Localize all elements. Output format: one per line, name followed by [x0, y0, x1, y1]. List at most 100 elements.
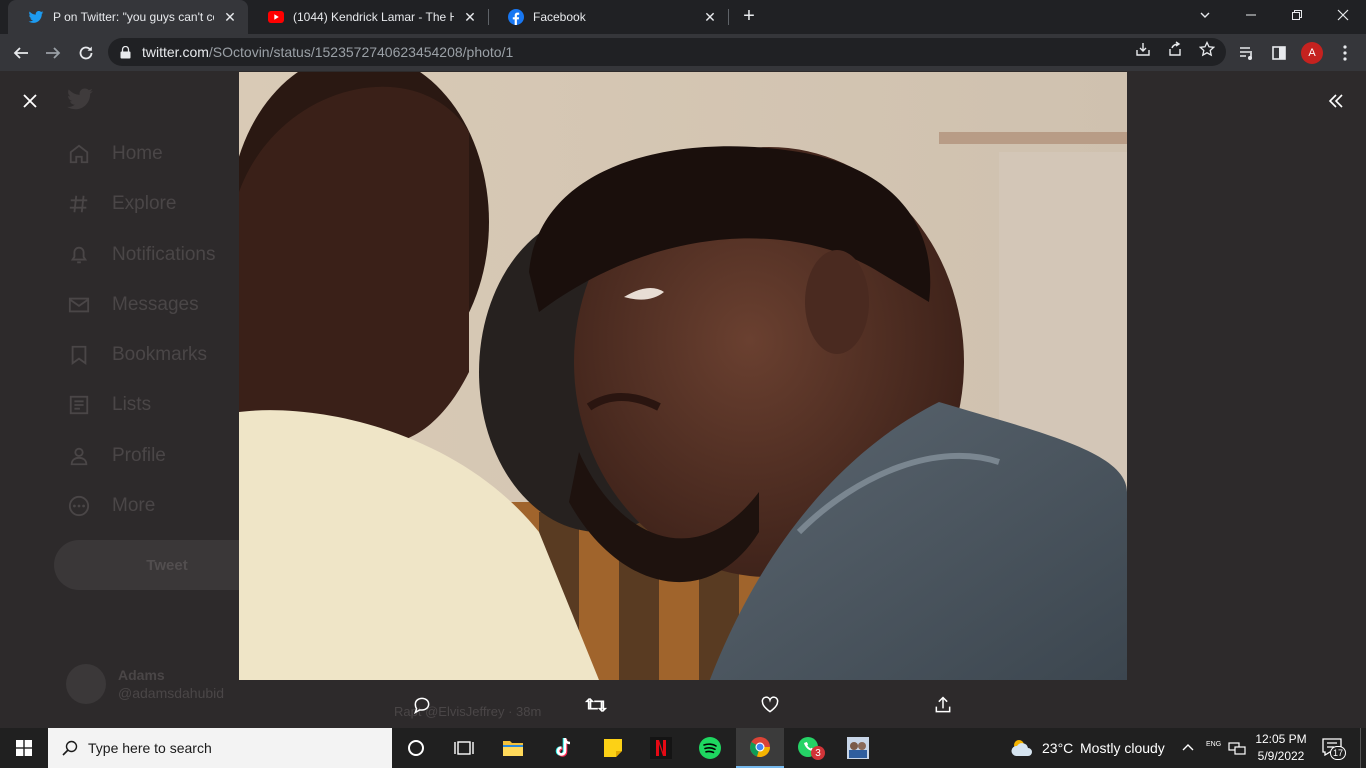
url-path: /SOctovin/status/1523572740623454208/pho…	[208, 44, 514, 60]
file-explorer-icon[interactable]	[489, 728, 537, 768]
close-tab-icon[interactable]: ✕	[222, 9, 238, 25]
spotify-icon[interactable]	[686, 728, 734, 768]
bookmark-icon	[66, 342, 92, 368]
search-icon	[60, 738, 80, 758]
taskbar-search[interactable]: Type here to search	[48, 728, 392, 768]
reply-icon[interactable]	[410, 693, 434, 717]
sidebar-item-explore[interactable]: Explore	[66, 189, 176, 219]
more-circle-icon	[66, 493, 92, 519]
show-desktop-button[interactable]	[1360, 728, 1366, 768]
install-app-icon[interactable]	[1134, 40, 1152, 58]
new-tab-button[interactable]: +	[738, 5, 760, 27]
tab-title: Facebook	[533, 10, 586, 24]
tab-separator	[728, 9, 729, 25]
tab-search-icon[interactable]	[1182, 0, 1228, 30]
url-text: twitter.com/SOctovin/status/152357274062…	[142, 44, 513, 60]
chrome-icon[interactable]	[736, 728, 784, 768]
sidebar-item-home[interactable]: Home	[66, 139, 163, 169]
photo-action-bar	[239, 689, 1127, 721]
bell-icon	[66, 242, 92, 268]
show-hidden-icons-icon[interactable]	[1180, 740, 1196, 756]
tab-title: (1044) Kendrick Lamar - The Hear	[293, 10, 454, 24]
account-name: Adams	[118, 667, 165, 683]
sidebar-item-label: Explore	[112, 193, 177, 214]
share-tweet-icon[interactable]	[931, 693, 955, 717]
minimize-button[interactable]	[1228, 0, 1274, 30]
account-avatar	[66, 664, 106, 704]
account-handle: @adamsdahubid	[118, 685, 225, 701]
close-window-button[interactable]	[1320, 0, 1366, 30]
mail-icon	[66, 292, 92, 318]
person-icon	[66, 443, 92, 469]
retweet-icon[interactable]	[584, 693, 608, 717]
tab-twitter[interactable]: P on Twitter: "you guys can't com ✕	[8, 0, 248, 34]
sidebar-item-more[interactable]: More	[66, 491, 155, 521]
lock-icon[interactable]	[118, 45, 132, 59]
netflix-icon[interactable]	[637, 728, 685, 768]
twitter-logo-icon[interactable]	[66, 85, 94, 113]
clock[interactable]: 12:05 PM 5/9/2022	[1248, 731, 1314, 765]
home-icon	[66, 141, 92, 167]
close-tab-icon[interactable]: ✕	[702, 9, 718, 25]
facebook-icon	[508, 9, 524, 25]
sidebar-item-notifications[interactable]: Notifications	[66, 240, 216, 270]
chrome-menu-icon[interactable]	[1334, 42, 1356, 64]
url-host: twitter.com	[142, 44, 209, 60]
profile-avatar[interactable]: A	[1301, 42, 1323, 64]
sidebar-item-label: Bookmarks	[112, 344, 208, 365]
cortana-icon[interactable]	[392, 728, 440, 768]
start-button[interactable]	[0, 728, 48, 768]
task-view-icon[interactable]	[440, 728, 488, 768]
sidebar-item-label: Home	[112, 143, 163, 164]
sidebar-item-bookmarks[interactable]: Bookmarks	[66, 340, 207, 370]
weather-icon[interactable]	[1010, 738, 1034, 758]
close-tab-icon[interactable]: ✕	[462, 9, 478, 25]
sidebar-item-label: More	[112, 495, 156, 516]
sticky-notes-icon[interactable]	[589, 728, 637, 768]
tab-facebook[interactable]: Facebook ✕	[488, 0, 728, 34]
weather-desc[interactable]: Mostly cloudy	[1080, 740, 1165, 756]
twitter-icon	[28, 9, 44, 25]
restore-button[interactable]	[1274, 0, 1320, 30]
forward-button[interactable]	[40, 40, 66, 66]
photo-image	[239, 72, 1127, 680]
whatsapp-badge: 3	[811, 746, 825, 760]
address-bar[interactable]: twitter.com/SOctovin/status/152357274062…	[108, 38, 1226, 66]
sidebar-item-messages[interactable]: Messages	[66, 290, 199, 320]
sidebar-item-profile[interactable]: Profile	[66, 441, 166, 471]
back-button[interactable]	[8, 40, 34, 66]
list-icon	[66, 392, 92, 418]
tab-youtube[interactable]: (1044) Kendrick Lamar - The Hear ✕	[248, 0, 488, 34]
bookmark-star-icon[interactable]	[1198, 40, 1216, 58]
tab-strip: P on Twitter: "you guys can't com ✕ (104…	[0, 0, 1366, 34]
close-viewer-button[interactable]	[18, 89, 42, 113]
network-icon[interactable]	[1228, 740, 1246, 756]
photos-app-icon[interactable]	[834, 728, 882, 768]
weather-temp: 23°C	[1042, 740, 1074, 756]
share-icon[interactable]	[1166, 40, 1184, 58]
media-control-icon[interactable]	[1236, 42, 1258, 64]
browser-toolbar: twitter.com/SOctovin/status/152357274062…	[0, 34, 1366, 71]
windows-logo-icon	[16, 740, 32, 756]
account-switcher[interactable]: Adams @adamsdahubid	[66, 664, 224, 704]
search-placeholder: Type here to search	[88, 740, 212, 756]
sidebar-item-label: Notifications	[112, 244, 216, 265]
sidebar-item-label: Lists	[112, 394, 152, 415]
action-center-icon[interactable]: 17	[1322, 738, 1352, 760]
whatsapp-icon[interactable]: 3	[785, 728, 833, 768]
hashtag-icon	[66, 191, 92, 217]
sidebar-item-lists[interactable]: Lists	[66, 390, 151, 420]
reload-button[interactable]	[73, 40, 99, 66]
sidebar-item-label: Messages	[112, 294, 199, 315]
sidebar-item-label: Profile	[112, 445, 166, 466]
expand-sidebar-button[interactable]	[1324, 89, 1348, 113]
tweet-photo[interactable]	[239, 72, 1127, 680]
clock-time: 12:05 PM	[1255, 732, 1307, 746]
language-indicator[interactable]: ENG	[1206, 741, 1221, 749]
tiktok-icon[interactable]	[540, 728, 588, 768]
youtube-icon	[268, 9, 284, 25]
side-panel-icon[interactable]	[1268, 42, 1290, 64]
tab-title: P on Twitter: "you guys can't com	[53, 10, 214, 24]
like-icon[interactable]	[758, 693, 782, 717]
twitter-photo-viewer: Home Explore Notifications Messages Book…	[0, 71, 1366, 728]
